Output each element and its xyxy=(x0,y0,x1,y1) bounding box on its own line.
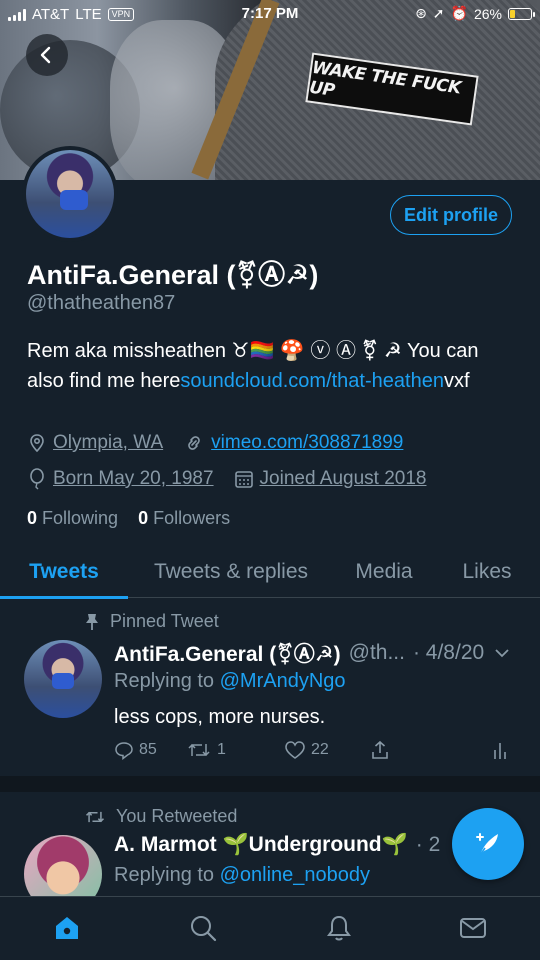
nav-search[interactable] xyxy=(186,911,220,945)
home-icon xyxy=(56,917,78,939)
tweet-text: less cops, more nurses. xyxy=(114,706,326,728)
tweet-avatar[interactable] xyxy=(24,640,102,718)
balloon-icon xyxy=(30,468,44,490)
retweet-icon xyxy=(85,811,105,822)
reply-icon xyxy=(115,742,133,760)
battery-level-fill xyxy=(510,9,516,18)
tweet-context-label: Pinned Tweet xyxy=(110,611,219,631)
edit-profile-button[interactable]: Edit profile xyxy=(390,195,512,235)
tweet-author-name[interactable]: AntiFa.General (⚧Ⓐ☭) xyxy=(114,638,341,668)
heart-icon xyxy=(285,741,305,759)
battery-percent: 26% xyxy=(473,5,502,22)
following-link[interactable]: 0 Following xyxy=(27,508,118,528)
nav-home[interactable] xyxy=(50,911,84,945)
share-button[interactable] xyxy=(370,740,390,760)
profile-tabs: Tweets Tweets & replies Media Likes xyxy=(0,546,540,599)
tweet-author-handle: @th... xyxy=(348,641,405,664)
mail-icon xyxy=(460,918,486,938)
reply-button[interactable]: 85 xyxy=(114,740,157,760)
tweet-header: A. Marmot 🌱Underground🌱 · 2 xyxy=(114,833,440,857)
retweet-button[interactable]: 1 xyxy=(186,740,226,760)
bottom-navigation xyxy=(0,896,540,960)
analytics-icon xyxy=(494,743,506,759)
reply-mention[interactable]: @online_nobody xyxy=(220,864,370,886)
reply-mention[interactable]: @MrAndyNgo xyxy=(220,670,346,692)
status-bar: AT&T LTE VPN 7:17 PM ⊛ ➚ ⏰ 26% xyxy=(0,0,540,28)
tab-media[interactable]: Media xyxy=(334,546,434,598)
location-icon: ➚ xyxy=(432,5,445,21)
tweet-replying-to: Replying to @online_nobody xyxy=(114,864,371,886)
alarm-icon: ⏰ xyxy=(450,5,468,21)
nav-messages[interactable] xyxy=(456,911,490,945)
retweet-icon xyxy=(188,743,210,757)
location-pin-icon xyxy=(30,434,44,453)
tweet-author-name[interactable]: A. Marmot 🌱Underground🌱 xyxy=(114,833,408,857)
tweet-separator xyxy=(0,776,540,792)
tab-tweets-replies[interactable]: Tweets & replies xyxy=(128,546,334,598)
tweet-context: Pinned Tweet xyxy=(84,611,219,632)
battery-icon xyxy=(508,7,535,20)
tweet-context-label: You Retweeted xyxy=(116,806,238,826)
followers-link[interactable]: 0 Followers xyxy=(138,508,230,528)
tab-tweets[interactable]: Tweets xyxy=(0,546,128,599)
profile-avatar[interactable] xyxy=(22,146,118,242)
profile-birthday: Born May 20, 1987 xyxy=(53,468,214,489)
tweet-header: AntiFa.General (⚧Ⓐ☭) @th... · 4/8/20 xyxy=(114,638,510,668)
bell-icon xyxy=(327,915,351,941)
profile-joined: Joined August 2018 xyxy=(259,468,427,489)
chevron-left-icon xyxy=(40,46,51,64)
tweet-actions: 85 1 22 xyxy=(114,740,514,764)
pin-icon xyxy=(86,613,98,630)
screen-lock-icon: ⊛ xyxy=(415,5,427,21)
tweet-date: · 2 xyxy=(415,833,441,856)
profile-handle: @thatheathen87 xyxy=(27,292,176,314)
link-icon xyxy=(188,436,200,450)
tweet-date: · 4/8/20 xyxy=(412,641,485,664)
search-icon xyxy=(191,916,217,942)
profile-bio: Rem aka missheathen ♉🏳️‍🌈 🍄 ⓥ Ⓐ ⚧ ☭ You … xyxy=(27,336,507,396)
compose-tweet-button[interactable] xyxy=(452,808,524,880)
profile-location[interactable]: Olympia, WA xyxy=(53,432,163,454)
back-button[interactable] xyxy=(26,34,68,76)
chevron-down-icon[interactable] xyxy=(494,647,510,659)
tweet-context: You Retweeted xyxy=(84,806,237,827)
like-count: 22 xyxy=(311,741,329,758)
analytics-button[interactable] xyxy=(492,740,508,760)
tab-likes[interactable]: Likes xyxy=(434,546,540,598)
calendar-icon xyxy=(234,471,253,488)
bio-link[interactable]: soundcloud.com/that-heathen xyxy=(180,370,444,392)
profile-name: AntiFa.General (⚧Ⓐ☭) xyxy=(27,260,319,290)
like-button[interactable]: 22 xyxy=(284,740,329,760)
profile-website[interactable]: vimeo.com/308871899 xyxy=(211,432,403,454)
compose-feather-icon xyxy=(476,833,498,856)
bio-suffix: vxf xyxy=(443,370,470,392)
follow-counts: 0 Following 0 Followers xyxy=(27,508,230,529)
tweet-replying-to: Replying to @MrAndyNgo xyxy=(114,670,346,692)
nav-notifications[interactable] xyxy=(322,911,356,945)
profile-meta-row-1: Olympia, WA vimeo.com/308871899 xyxy=(27,432,403,454)
share-icon xyxy=(372,740,388,759)
reply-count: 85 xyxy=(139,741,157,758)
profile-meta-row-2: Born May 20, 1987 Joined August 2018 xyxy=(27,468,426,490)
retweet-count: 1 xyxy=(217,741,226,758)
